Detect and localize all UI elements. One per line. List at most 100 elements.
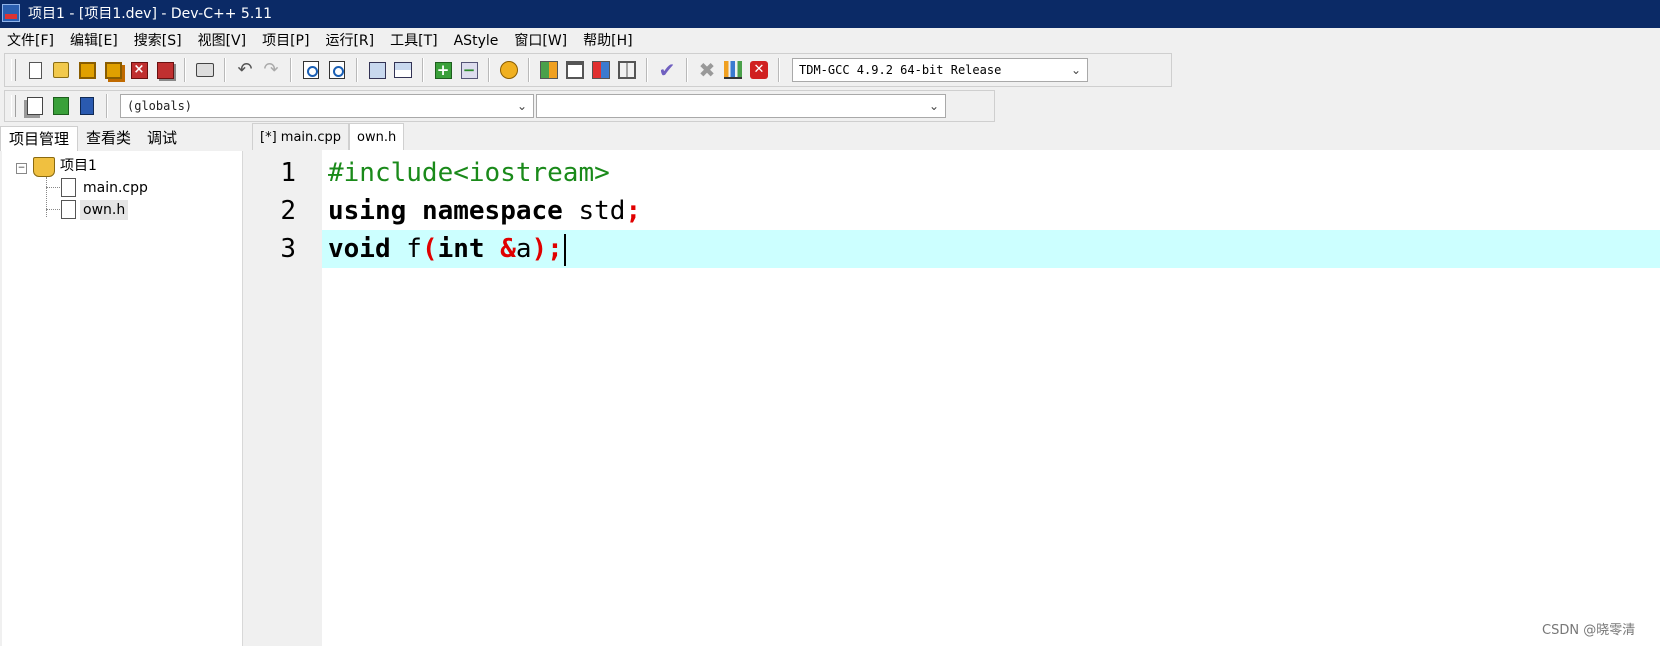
- insert-button[interactable]: [48, 93, 74, 119]
- left-panel-tabs: 项目管理 查看类 调试: [0, 126, 185, 151]
- compiler-select[interactable]: TDM-GCC 4.9.2 64-bit Release ⌄: [792, 58, 1088, 82]
- menu-tools[interactable]: 工具[T]: [382, 30, 445, 52]
- stop-execution-button[interactable]: ✖: [694, 57, 720, 83]
- tab-own-h[interactable]: own.h: [349, 123, 405, 150]
- new-file-button[interactable]: [22, 57, 48, 83]
- main-toolbar: × ↶ ↷ + − ✔ ✖ ✕ TDM-GCC 4.9.2 64-bit Rel…: [4, 53, 1172, 87]
- save-button[interactable]: [74, 57, 100, 83]
- redo-button[interactable]: ↷: [258, 57, 284, 83]
- undo-button[interactable]: ↶: [232, 57, 258, 83]
- rebuild-all-button[interactable]: [614, 57, 640, 83]
- line-number: 2: [280, 196, 296, 226]
- toolbar-grip[interactable]: [11, 59, 16, 81]
- replace-button[interactable]: [324, 57, 350, 83]
- goto-line-icon: [368, 61, 386, 79]
- indent-button[interactable]: [390, 57, 416, 83]
- symbol-token: &: [500, 234, 516, 264]
- menu-project[interactable]: 项目[P]: [254, 30, 317, 52]
- chevron-down-icon[interactable]: ⌄: [517, 95, 527, 117]
- menu-astyle[interactable]: AStyle: [446, 30, 507, 52]
- tree-file-main-cpp[interactable]: main.cpp: [83, 178, 148, 198]
- close-file-button[interactable]: ×: [126, 57, 152, 83]
- syntax-check-button[interactable]: ✔: [654, 57, 680, 83]
- compile-button[interactable]: [536, 57, 562, 83]
- save-all-button[interactable]: [100, 57, 126, 83]
- project-tree: − 项目1 main.cpp own.h: [2, 151, 243, 646]
- bar-chart-icon: [724, 61, 742, 79]
- stop-x-icon: ✖: [698, 58, 716, 82]
- file-icon: [61, 200, 76, 219]
- bookmark-button[interactable]: [74, 93, 100, 119]
- tab-classes[interactable]: 查看类: [78, 126, 139, 151]
- toolbar-separator: [184, 58, 186, 82]
- code-line[interactable]: using namespace std;: [328, 192, 641, 230]
- close-all-icon: [156, 61, 174, 79]
- find-icon: [303, 61, 319, 79]
- tree-line: [46, 187, 60, 188]
- toolbar-separator: [106, 94, 108, 118]
- line-number-gutter: 1 2 3: [252, 150, 322, 646]
- window-title: 项目1 - [项目1.dev] - Dev-C++ 5.11: [28, 6, 273, 22]
- keyword-token: void: [328, 234, 391, 264]
- remove-from-project-icon: −: [460, 61, 478, 79]
- tab-main-cpp[interactable]: [*] main.cpp: [252, 123, 350, 150]
- menu-window[interactable]: 窗口[W]: [506, 30, 575, 52]
- goto-line-button[interactable]: [364, 57, 390, 83]
- preprocessor-token: #include<iostream>: [328, 158, 610, 188]
- menu-search[interactable]: 搜索[S]: [126, 30, 190, 52]
- tree-project-node[interactable]: 项目1: [60, 156, 97, 176]
- redo-icon: ↷: [263, 59, 279, 80]
- collapse-icon[interactable]: −: [16, 163, 27, 174]
- toolbar-separator: [488, 58, 490, 82]
- tab-project[interactable]: 项目管理: [0, 126, 79, 151]
- new-project-button[interactable]: [22, 93, 48, 119]
- class-toolbar: (globals) ⌄ ⌄: [4, 90, 995, 122]
- run-icon: [566, 61, 584, 79]
- menu-run[interactable]: 运行[R]: [317, 30, 382, 52]
- menu-edit[interactable]: 编辑[E]: [62, 30, 126, 52]
- menu-file[interactable]: 文件[F]: [0, 30, 62, 52]
- code-line[interactable]: void f(int &a);: [328, 230, 566, 268]
- chevron-down-icon[interactable]: ⌄: [929, 95, 939, 117]
- compile-run-icon: [592, 61, 610, 79]
- identifier-token: f: [406, 234, 422, 264]
- tree-line: [46, 209, 60, 210]
- toolbar-grip[interactable]: [11, 95, 16, 117]
- symbol-token: (: [421, 234, 438, 264]
- tab-debug[interactable]: 调试: [139, 126, 185, 151]
- class-scope-select[interactable]: (globals) ⌄: [120, 94, 534, 118]
- indent-icon: [394, 62, 412, 78]
- compile-run-button[interactable]: [588, 57, 614, 83]
- toolbar-separator: [686, 58, 688, 82]
- toolbar-separator: [778, 58, 780, 82]
- keyword-token: int: [437, 234, 485, 264]
- symbol-token: ;: [625, 196, 642, 226]
- run-button[interactable]: [562, 57, 588, 83]
- menu-help[interactable]: 帮助[H]: [575, 30, 640, 52]
- close-all-button[interactable]: [152, 57, 178, 83]
- open-button[interactable]: [48, 57, 74, 83]
- devcpp-app-icon[interactable]: [2, 4, 20, 22]
- print-icon: [196, 63, 214, 77]
- identifier-token: a: [515, 234, 532, 264]
- remove-from-project-button[interactable]: −: [456, 57, 482, 83]
- chevron-down-icon[interactable]: ⌄: [1071, 59, 1081, 81]
- add-to-project-button[interactable]: +: [430, 57, 456, 83]
- save-icon: [78, 61, 96, 79]
- project-options-button[interactable]: [496, 57, 522, 83]
- close-file-icon: ×: [130, 61, 148, 79]
- member-select[interactable]: ⌄: [536, 94, 946, 118]
- code-line[interactable]: #include<iostream>: [328, 154, 610, 192]
- find-button[interactable]: [298, 57, 324, 83]
- save-all-icon: [104, 61, 122, 79]
- rebuild-all-icon: [618, 61, 636, 79]
- print-button[interactable]: [192, 57, 218, 83]
- menu-view[interactable]: 视图[V]: [190, 30, 255, 52]
- code-editor[interactable]: 1 2 3 #include<iostream> using namespace…: [252, 150, 1660, 646]
- tree-file-own-h[interactable]: own.h: [80, 200, 129, 220]
- delete-profile-button[interactable]: ✕: [746, 57, 772, 83]
- open-folder-icon: [53, 62, 69, 78]
- profile-button[interactable]: [720, 57, 746, 83]
- line-number: 3: [280, 234, 296, 264]
- toolbar-separator: [646, 58, 648, 82]
